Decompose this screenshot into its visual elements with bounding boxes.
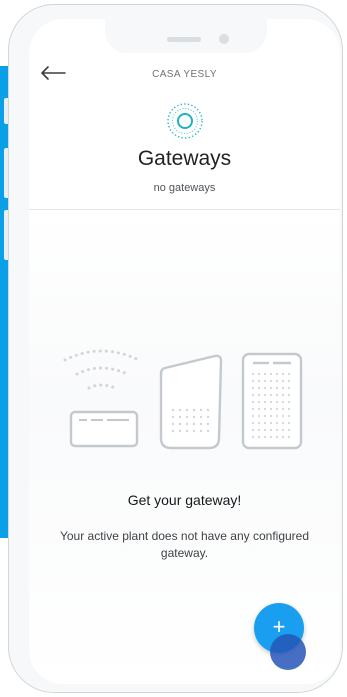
empty-state-message: Your active plant does not have any conf… xyxy=(59,529,310,560)
page-subtitle: no gateways xyxy=(153,182,216,194)
empty-state-title: Get your gateway! xyxy=(127,492,242,508)
plant-name: CASA YESLY xyxy=(152,69,217,80)
phone-frame: CASA YESLY Gateways no gateways Get your… xyxy=(8,4,343,693)
app-screen: CASA YESLY Gateways no gateways Get your… xyxy=(29,19,340,684)
touch-indicator xyxy=(270,634,306,670)
gateway-devices-illustration xyxy=(63,349,303,450)
gateway-signal-icon xyxy=(167,103,203,139)
phone-notch xyxy=(105,19,267,53)
page-title: Gateways xyxy=(137,147,232,170)
front-camera xyxy=(219,34,229,44)
speaker-grille xyxy=(167,37,201,42)
